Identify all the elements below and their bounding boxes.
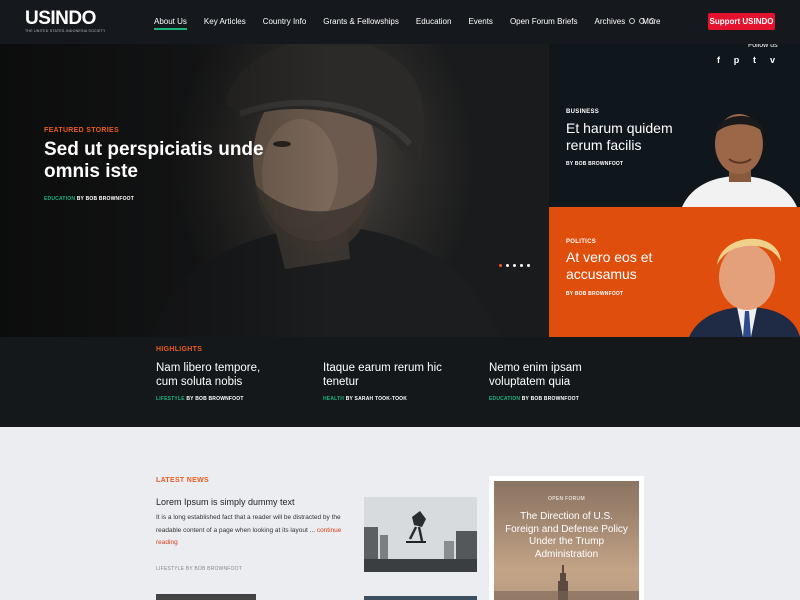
highlight-byline: BY BOB BROWNFOOT [521,396,580,402]
nav-about-us[interactable]: About Us [154,0,187,44]
news-excerpt: It is a long established fact that a rea… [156,512,346,550]
highlight-item[interactable]: Itaque earum rerum hic tenetur HEALTH BY… [323,361,443,402]
highlight-category[interactable]: EDUCATION [489,396,520,402]
slider-dot[interactable] [520,264,523,267]
highlight-title[interactable]: Nam libero tempore, cum soluta nobis [156,361,276,389]
nav-key-articles[interactable]: Key Articles [204,0,246,44]
slider-dot[interactable] [506,264,509,267]
hero-meta: EDUCATION BY BOB BROWNFOOT [44,196,134,202]
highlight-item[interactable]: Nemo enim ipsam voluptatem quia EDUCATIO… [489,361,609,402]
news-byline: BY BOB BROWNFOOT [185,566,242,572]
hero-category[interactable]: EDUCATION [44,196,75,202]
business-byline: BY BOB BROWNFOOT [566,161,624,167]
highlight-meta: LIFESTYLE BY BOB BROWNFOOT [156,396,276,402]
news-title[interactable]: Lorem Ipsum is simply dummy text [156,497,295,507]
highlights-section: HIGHLIGHTS Nam libero tempore, cum solut… [0,337,800,427]
business-title[interactable]: Et harum quidem rerum facilis [566,120,696,154]
slider-dot[interactable] [513,264,516,267]
highlight-category[interactable]: LIFESTYLE [156,396,185,402]
highlight-title[interactable]: Itaque earum rerum hic tenetur [323,361,443,389]
second-news-title-cropped[interactable] [156,594,256,600]
hero-overlay [0,44,549,337]
nav-country-info[interactable]: Country Info [263,0,307,44]
highlights-label: HIGHLIGHTS [156,346,203,353]
politics-title[interactable]: At vero eos et accusamus [566,249,696,283]
logo-wordmark: USINDO [25,8,96,29]
support-button[interactable]: Support USINDO [708,13,775,30]
politics-category[interactable]: POLITICS [566,239,596,245]
promo-kicker: OPEN FORUM [548,496,585,502]
highlight-title[interactable]: Nemo enim ipsam voluptatem quia [489,361,609,389]
hero-byline: BY BOB BROWNFOOT [76,196,135,202]
highlight-meta: HEALTH BY SARAH TOOK-TOOK [323,396,443,402]
nav-events[interactable]: Events [468,0,492,44]
highlight-meta: EDUCATION BY BOB BROWNFOOT [489,396,609,402]
news-thumbnail[interactable] [364,497,477,572]
twitter-icon[interactable]: t [750,55,759,65]
social-links: f p t v [714,55,777,65]
slider-dot[interactable] [499,264,502,267]
nav-archives[interactable]: Archives [595,0,626,44]
promo-image: OPEN FORUM The Direction of U.S. Foreign… [494,481,639,600]
hero-featured-story[interactable] [0,44,549,337]
second-news-thumbnail[interactable] [364,596,477,600]
hero-slider-dots [499,264,530,267]
nav-education[interactable]: Education [416,0,452,44]
main-nav: About Us Key Articles Country Info Grant… [154,0,677,44]
promo-title[interactable]: The Direction of U.S. Foreign and Defens… [502,511,631,561]
business-category[interactable]: BUSINESS [566,109,599,115]
site-header: USINDO THE UNITED STATES-INDONESIA SOCIE… [0,0,800,44]
hero-kicker: FEATURED STORIES [44,127,119,134]
highlight-item[interactable]: Nam libero tempore, cum soluta nobis LIF… [156,361,276,402]
highlight-category[interactable]: HEALTH [323,396,344,402]
site-logo[interactable]: USINDO THE UNITED STATES-INDONESIA SOCIE… [25,8,106,35]
skateboarder-photo [364,497,477,572]
highlight-byline: BY SARAH TOOK-TOOK [345,396,408,402]
news-meta: LIFESTYLE BY BOB BROWNFOOT [156,566,242,572]
hero-title[interactable]: Sed ut perspiciatis unde omnis iste [44,139,284,183]
logo-tagline: THE UNITED STATES-INDONESIA SOCIETY [25,29,106,33]
politics-portrait-photo [689,238,800,337]
latest-news-label: LATEST NEWS [156,477,209,484]
vimeo-icon[interactable]: v [768,55,777,65]
news-excerpt-text: It is a long established fact that a rea… [156,514,341,534]
pinterest-icon[interactable]: p [732,55,741,65]
highlight-byline: BY BOB BROWNFOOT [186,396,244,402]
side-story-politics[interactable]: POLITICS At vero eos et accusamus BY BOB… [549,207,800,337]
politics-byline: BY BOB BROWNFOOT [566,291,624,297]
open-forum-promo[interactable]: OPEN FORUM The Direction of U.S. Foreign… [489,476,644,600]
slider-dot[interactable] [527,264,530,267]
news-category[interactable]: LIFESTYLE [156,566,184,572]
nav-grants-fellowships[interactable]: Grants & Fellowships [323,0,399,44]
nav-open-forum-briefs[interactable]: Open Forum Briefs [510,0,578,44]
facebook-icon[interactable]: f [714,55,723,65]
more-dots-icon[interactable] [629,18,655,24]
side-story-business[interactable]: BUSINESS Et harum quidem rerum facilis B… [549,44,800,207]
